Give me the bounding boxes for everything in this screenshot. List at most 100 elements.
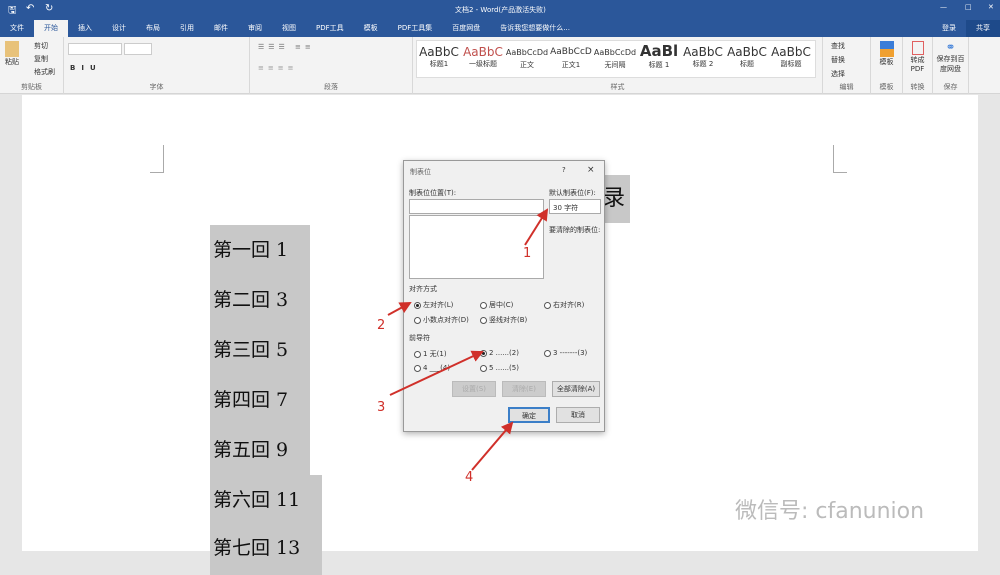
align-buttons[interactable]: ≡≡≡≡ xyxy=(258,64,297,72)
tab-pdf-toolset[interactable]: PDF工具集 xyxy=(388,20,443,37)
annotation-3: 3 xyxy=(377,400,386,415)
align-right-radio[interactable]: 右对齐(R) xyxy=(544,300,584,310)
help-button[interactable]: ? xyxy=(562,166,566,174)
leader-3-radio[interactable]: 3 -------(3) xyxy=(544,349,587,357)
watermark: 微信号: cfanunion xyxy=(735,499,925,524)
minimize-icon[interactable]: — xyxy=(940,3,947,11)
leader-4-radio[interactable]: 4 ___(4) xyxy=(414,364,450,372)
template-icon xyxy=(879,41,894,57)
tab-review[interactable]: 审阅 xyxy=(238,20,272,37)
style-item[interactable]: AaBbC 标题1 xyxy=(417,41,461,77)
font-format-buttons[interactable]: BIU xyxy=(70,64,102,72)
editing-group: 查找 替换 选择 编辑 xyxy=(823,37,871,94)
font-group: BIU 字体 xyxy=(64,37,250,94)
annotation-4: 4 xyxy=(465,470,474,485)
ribbon: 粘贴 剪切 复制 格式刷 剪贴板 BIU 字体 ☰☰☰ ≡≡ ≡≡≡≡ 段落 A… xyxy=(0,37,1000,94)
tabs-dialog: 制表位 ? × 制表位位置(T): 默认制表位(F): 30 字符 要清除的制表… xyxy=(403,160,605,432)
tab-baidu[interactable]: 百度网盘 xyxy=(442,20,490,37)
toc-line: 第一回 1 xyxy=(210,225,310,275)
tab-position-input[interactable] xyxy=(409,199,544,214)
tab-templates[interactable]: 模板 xyxy=(354,20,388,37)
leader-5-radio[interactable]: 5 ......(5) xyxy=(480,364,519,372)
styles-group: AaBbC 标题1 AaBbC 一级标题 AaBbCcDd 正文 AaBbCcD 正文1… xyxy=(413,37,823,94)
convert-group: 转成PDF 转换 xyxy=(903,37,933,94)
clipboard-group: 粘贴 剪切 复制 格式刷 剪贴板 xyxy=(0,37,64,94)
default-tab-label: 默认制表位(F): xyxy=(549,189,596,197)
replace-button[interactable]: 替换 xyxy=(831,55,845,65)
share-button[interactable]: 共享 xyxy=(966,20,1000,37)
tab-home[interactable]: 开始 xyxy=(34,20,68,37)
select-button[interactable]: 选择 xyxy=(831,69,845,79)
tab-pdf-tools[interactable]: PDF工具 xyxy=(306,20,354,37)
template-group: 模板 模板 xyxy=(871,37,903,94)
style-item[interactable]: AaBbCcDd 无间隔 xyxy=(593,41,637,77)
style-item[interactable]: AaBbCcD 正文1 xyxy=(549,41,593,77)
toc-line: 第二回 3 xyxy=(210,275,310,325)
find-button[interactable]: 查找 xyxy=(831,41,845,51)
styles-gallery: AaBbC 标题1 AaBbC 一级标题 AaBbCcDd 正文 AaBbCcD 正文1… xyxy=(416,40,816,78)
cancel-button[interactable]: 取消 xyxy=(556,407,600,423)
style-item[interactable]: AaBbC 一级标题 xyxy=(461,41,505,77)
style-item[interactable]: AaBbC 副标题 xyxy=(769,41,813,77)
clear-tabs-label: 要清除的制表位: xyxy=(549,226,601,234)
save-to-baidu-button[interactable]: 保存到百度网盘 xyxy=(934,54,968,74)
style-item[interactable]: AaBbC 标题 2 xyxy=(681,41,725,77)
annotation-2: 2 xyxy=(377,318,386,333)
tab-mailings[interactable]: 邮件 xyxy=(204,20,238,37)
toc-line: 第六回 11 xyxy=(210,475,322,525)
align-center-radio[interactable]: 居中(C) xyxy=(480,300,513,310)
leader-label: 前导符 xyxy=(409,334,430,342)
ok-button[interactable]: 确定 xyxy=(508,407,550,423)
leader-2-radio[interactable]: 2 ......(2) xyxy=(480,349,519,357)
login-link[interactable]: 登录 xyxy=(932,20,966,37)
tab-layout[interactable]: 布局 xyxy=(136,20,170,37)
tell-me-input[interactable]: 告诉我您想要做什么... xyxy=(490,20,580,37)
maximize-icon[interactable]: □ xyxy=(965,3,972,11)
convert-pdf-button[interactable]: 转成PDF xyxy=(909,55,927,73)
style-item[interactable]: AaBl 标题 1 xyxy=(637,41,681,77)
pdf-icon xyxy=(911,41,924,55)
align-left-radio[interactable]: 左对齐(L) xyxy=(414,300,453,310)
redo-icon[interactable]: ↻ xyxy=(45,3,53,14)
annotation-1: 1 xyxy=(523,246,532,261)
baidu-cloud-icon: ⚭ xyxy=(945,40,956,54)
cut-button[interactable]: 剪切 xyxy=(34,41,48,51)
tab-design[interactable]: 设计 xyxy=(102,20,136,37)
toc-line: 第四回 7 xyxy=(210,375,310,425)
template-button[interactable]: 模板 xyxy=(871,57,902,67)
undo-icon[interactable]: ↶ xyxy=(26,3,34,14)
clear-all-button[interactable]: 全部清除(A) xyxy=(552,381,600,397)
leader-1-radio[interactable]: 1 无(1) xyxy=(414,349,447,359)
toc-line: 第三回 5 xyxy=(210,325,310,375)
paragraph-group: ☰☰☰ ≡≡ ≡≡≡≡ 段落 xyxy=(250,37,413,94)
tab-position-label: 制表位位置(T): xyxy=(409,189,457,197)
style-item[interactable]: AaBbC 标题 xyxy=(725,41,769,77)
save-icon[interactable]: 🖫 xyxy=(8,3,17,20)
ribbon-tabs: 文件 开始 插入 设计 布局 引用 邮件 审阅 视图 PDF工具 模板 PDF工… xyxy=(0,20,1000,37)
list-buttons[interactable]: ☰☰☰ ≡≡ xyxy=(258,43,315,51)
clear-button[interactable]: 清除(E) xyxy=(502,381,546,397)
align-bar-radio[interactable]: 竖线对齐(B) xyxy=(480,315,527,325)
close-icon[interactable]: ✕ xyxy=(988,3,994,11)
dialog-close-button[interactable]: × xyxy=(587,165,595,175)
tab-file[interactable]: 文件 xyxy=(0,20,34,37)
tab-references[interactable]: 引用 xyxy=(170,20,204,37)
font-size-select[interactable] xyxy=(124,43,152,55)
margin-mark xyxy=(833,145,847,173)
default-tab-spinner[interactable]: 30 字符 xyxy=(549,199,601,214)
tab-view[interactable]: 视图 xyxy=(272,20,306,37)
copy-button[interactable]: 复制 xyxy=(34,54,48,64)
toc-line: 第五回 9 xyxy=(210,425,310,475)
format-painter-button[interactable]: 格式刷 xyxy=(34,67,55,77)
font-name-select[interactable] xyxy=(68,43,122,55)
paste-icon xyxy=(5,41,19,57)
title-bar: 🖫 ↶ ↻ 文档2 - Word(产品激活失败) — □ ✕ xyxy=(0,0,1000,20)
save-group: ⚭ 保存到百度网盘 保存 xyxy=(933,37,969,94)
toc-line: 第七回 13 xyxy=(210,525,322,575)
set-button[interactable]: 设置(S) xyxy=(452,381,496,397)
alignment-label: 对齐方式 xyxy=(409,285,437,293)
align-decimal-radio[interactable]: 小数点对齐(D) xyxy=(414,315,469,325)
tab-insert[interactable]: 插入 xyxy=(68,20,102,37)
style-item[interactable]: AaBbCcDd 正文 xyxy=(505,41,549,77)
paste-button[interactable]: 粘贴 xyxy=(2,41,22,67)
